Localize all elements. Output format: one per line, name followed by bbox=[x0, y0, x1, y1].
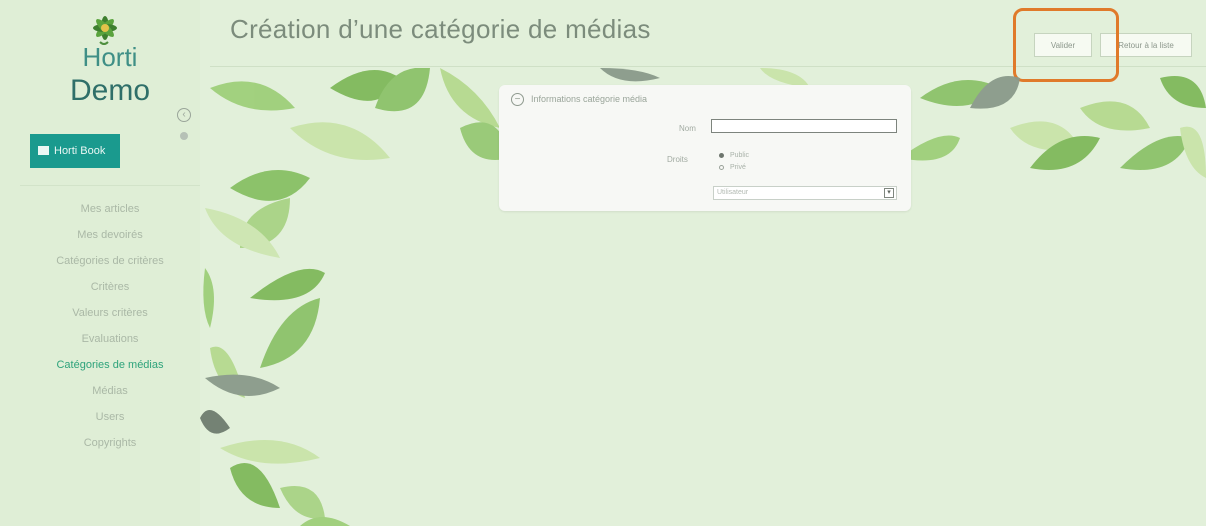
horti-book-label: Horti Book bbox=[54, 145, 106, 157]
user-select-value: Utilisateur bbox=[717, 189, 749, 196]
sidebar-item-users[interactable]: Users bbox=[20, 404, 200, 430]
droits-label: Droits bbox=[667, 155, 688, 164]
radio-prive-label: Privé bbox=[729, 164, 746, 171]
page-title: Création d’une catégorie de médias bbox=[230, 14, 651, 44]
radio-public-label: Public bbox=[729, 152, 750, 159]
chevron-down-icon[interactable]: ▾ bbox=[884, 188, 894, 198]
sidebar-item-copyrights[interactable]: Copyrights bbox=[20, 430, 200, 456]
user-select[interactable]: Utilisateur ▾ bbox=[713, 186, 897, 200]
sidebar-item-valeurs-criteres[interactable]: Valeurs critères bbox=[20, 300, 200, 326]
nom-input[interactable] bbox=[711, 119, 897, 133]
sidebar-item-criteres[interactable]: Critères bbox=[20, 274, 200, 300]
logo: Horti Demo bbox=[60, 6, 160, 116]
sidebar-divider bbox=[20, 185, 200, 186]
media-category-form: − Informations catégorie média Nom Droit… bbox=[499, 85, 911, 211]
app-window: Horti Demo ‹ Horti Book Mes articles Mes… bbox=[0, 0, 1206, 526]
radio-unselected-icon bbox=[719, 164, 724, 170]
logo-text-bottom: Demo bbox=[69, 74, 151, 107]
collapse-section-icon[interactable]: − bbox=[511, 93, 524, 106]
radio-prive[interactable]: Privé bbox=[719, 163, 746, 173]
sidebar-nav: Mes articles Mes devoirés Catégories de … bbox=[20, 196, 200, 456]
sidebar-item-mes-devoires[interactable]: Mes devoirés bbox=[20, 222, 200, 248]
pin-icon[interactable] bbox=[180, 132, 188, 140]
radio-selected-icon bbox=[719, 152, 724, 158]
sidebar-item-categories-criteres[interactable]: Catégories de critères bbox=[20, 248, 200, 274]
sidebar-item-medias[interactable]: Médias bbox=[20, 378, 200, 404]
radio-public[interactable]: Public bbox=[719, 151, 749, 161]
collapse-sidebar-icon[interactable]: ‹ bbox=[177, 108, 191, 122]
sidebar-item-evaluations[interactable]: Evaluations bbox=[20, 326, 200, 352]
book-icon bbox=[38, 146, 49, 155]
section-title: Informations catégorie média bbox=[531, 94, 648, 104]
sidebar-item-categories-medias[interactable]: Catégories de médias bbox=[20, 352, 200, 378]
sidebar-item-mes-articles[interactable]: Mes articles bbox=[20, 196, 200, 222]
horti-book-button[interactable]: Horti Book bbox=[30, 134, 120, 168]
logo-text-top: Horti bbox=[82, 42, 138, 72]
nom-label: Nom bbox=[679, 124, 696, 133]
sidebar: Horti Demo ‹ Horti Book Mes articles Mes… bbox=[0, 0, 200, 526]
